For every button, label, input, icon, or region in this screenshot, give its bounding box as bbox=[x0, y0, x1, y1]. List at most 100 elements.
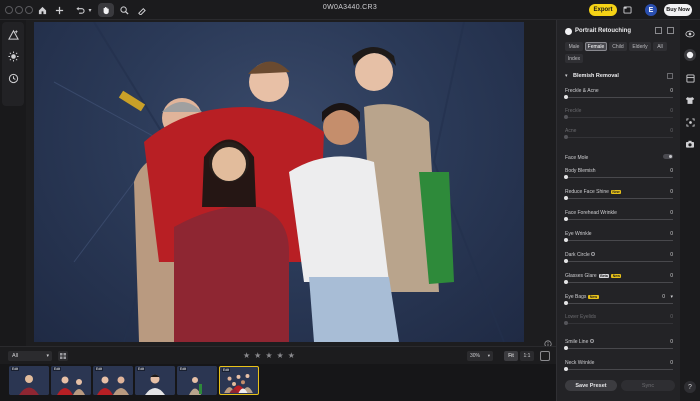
portrait-photo[interactable] bbox=[34, 22, 524, 342]
gender-tab-female[interactable]: Female bbox=[585, 42, 607, 51]
info-icon[interactable] bbox=[591, 252, 596, 256]
slider-label: Eye Bags bbox=[565, 294, 587, 300]
slider-knob[interactable] bbox=[564, 346, 568, 350]
face-mole-toggle[interactable] bbox=[663, 154, 673, 159]
chevron-down-icon: ▾ bbox=[46, 353, 49, 359]
save-preset-button[interactable]: Save Preset bbox=[565, 380, 617, 391]
collapse-chevron-icon[interactable]: ▾ bbox=[565, 73, 568, 79]
actual-size-button[interactable]: 1:1 bbox=[520, 351, 534, 361]
expand-chevron-icon[interactable]: ▾ bbox=[670, 294, 673, 300]
crop-focus-icon[interactable] bbox=[684, 116, 696, 128]
star-icon[interactable]: ★ bbox=[243, 351, 250, 360]
thumbnail[interactable]: Edit bbox=[51, 366, 91, 395]
portrait-retouching-tool-icon[interactable] bbox=[684, 49, 696, 61]
slider-knob bbox=[564, 135, 568, 139]
thumbnail-tag: Edit bbox=[179, 367, 188, 371]
slider-knob[interactable] bbox=[564, 259, 568, 263]
slider-value: 0 bbox=[670, 108, 673, 114]
slider-knob[interactable] bbox=[564, 175, 568, 179]
slider-label: Reduce Face Shine bbox=[565, 189, 609, 195]
toggle-filmstrip-icon[interactable] bbox=[540, 351, 550, 361]
filter-value: All bbox=[12, 353, 19, 359]
thumbnail-selected[interactable]: Edit bbox=[219, 366, 259, 395]
folder-icon[interactable] bbox=[622, 3, 632, 17]
filmstrip-toolbar: All ▾ ★ ★ ★ ★ ★ 30% ▾ Fit 1:1 bbox=[0, 346, 556, 364]
layout-panel-icon[interactable] bbox=[684, 72, 696, 84]
ai-edit-icon[interactable] bbox=[7, 28, 19, 40]
gender-tab-all[interactable]: All bbox=[653, 42, 667, 51]
section-title: Blemish Removal bbox=[573, 73, 619, 79]
slider-knob[interactable] bbox=[564, 301, 568, 305]
slider-value: 0 bbox=[670, 314, 673, 320]
star-icon[interactable]: ★ bbox=[277, 351, 284, 360]
slider-label: Neck Wrinkle bbox=[565, 360, 595, 366]
thumbnail-tag: Edit bbox=[11, 367, 20, 371]
left-tool-group bbox=[2, 22, 24, 106]
new-badge: New bbox=[610, 189, 622, 194]
camera-icon[interactable] bbox=[684, 138, 696, 150]
new-badge: New bbox=[588, 294, 599, 299]
photo-canvas[interactable] bbox=[26, 20, 556, 348]
sync-button[interactable]: Sync bbox=[621, 380, 675, 391]
grid-view-icon[interactable] bbox=[58, 351, 68, 361]
slider-knob[interactable] bbox=[564, 196, 568, 200]
filter-select[interactable]: All ▾ bbox=[8, 351, 52, 361]
slider-knob[interactable] bbox=[564, 280, 568, 284]
slider-knob[interactable] bbox=[564, 367, 568, 371]
star-icon[interactable]: ★ bbox=[254, 351, 261, 360]
gender-tab-child[interactable]: Child bbox=[609, 42, 627, 51]
slider-label: Body Blemish bbox=[565, 168, 596, 174]
compare-icon[interactable] bbox=[655, 27, 662, 34]
right-tool-column bbox=[680, 20, 700, 401]
reset-icon[interactable] bbox=[667, 27, 674, 34]
slider-knob[interactable] bbox=[564, 238, 568, 242]
slider-label: Dark Circle bbox=[565, 252, 590, 258]
info-icon[interactable] bbox=[589, 339, 594, 343]
slider-knob bbox=[564, 321, 568, 325]
thumbnail-tag: Edit bbox=[222, 368, 231, 372]
filmstrip: Edit Edit Edit Edit Edit Edit bbox=[0, 364, 556, 401]
left-tool-rail bbox=[0, 20, 26, 346]
thumbnail[interactable]: Edit bbox=[9, 366, 49, 395]
slider-label: Lower Eyelids bbox=[565, 314, 597, 320]
panel-title: Portrait Retouching bbox=[575, 28, 632, 34]
slider-value: 0 bbox=[670, 360, 673, 366]
thumbnail-tag: Edit bbox=[95, 367, 104, 371]
thumbnail[interactable]: Edit bbox=[135, 366, 175, 395]
export-button[interactable]: Export bbox=[589, 4, 617, 16]
thumbnail-tag: Edit bbox=[53, 367, 62, 371]
buy-now-button[interactable]: Buy Now bbox=[664, 4, 692, 16]
slider-value: 0 bbox=[670, 252, 673, 258]
help-icon[interactable]: ? bbox=[684, 381, 696, 393]
rating-stars[interactable]: ★ ★ ★ ★ ★ bbox=[243, 351, 295, 360]
slider-knob bbox=[564, 115, 568, 119]
clothing-shirt-icon[interactable] bbox=[684, 94, 696, 106]
slider-value: 0 bbox=[670, 88, 673, 94]
fit-button[interactable]: Fit bbox=[504, 351, 518, 361]
gender-tab-index[interactable]: Index bbox=[565, 54, 583, 63]
slider-label: Smile Line bbox=[565, 339, 589, 345]
panel-footer: Save Preset Sync bbox=[557, 378, 680, 401]
gender-tab-male[interactable]: Male bbox=[565, 42, 583, 51]
star-icon[interactable]: ★ bbox=[265, 351, 272, 360]
adjust-sun-icon[interactable] bbox=[7, 50, 19, 62]
thumbnail[interactable]: Edit bbox=[177, 366, 217, 395]
thumbnail[interactable]: Edit bbox=[93, 366, 133, 395]
slider-knob[interactable] bbox=[564, 217, 568, 221]
group-portrait-image bbox=[53, 22, 505, 342]
info-icon[interactable] bbox=[544, 335, 552, 348]
history-icon[interactable] bbox=[7, 72, 19, 84]
blemish-removal-section-header[interactable]: ▾ Blemish Removal bbox=[563, 72, 675, 82]
slider-value: 0 bbox=[670, 339, 673, 345]
slider-value: 0 bbox=[670, 273, 673, 279]
slider-value: 0 bbox=[670, 231, 673, 237]
portrait-retouching-panel: Portrait Retouching Male Female Child El… bbox=[556, 20, 680, 401]
user-avatar[interactable]: E bbox=[645, 4, 657, 16]
gender-tab-elderly[interactable]: Elderly bbox=[629, 42, 651, 51]
chevron-down-icon: ▾ bbox=[487, 353, 490, 358]
section-reset-icon[interactable] bbox=[667, 73, 673, 79]
slider-knob[interactable] bbox=[564, 95, 568, 99]
zoom-select[interactable]: 30% ▾ bbox=[467, 351, 493, 361]
preset-eye-icon[interactable] bbox=[684, 28, 696, 40]
star-icon[interactable]: ★ bbox=[288, 351, 295, 360]
